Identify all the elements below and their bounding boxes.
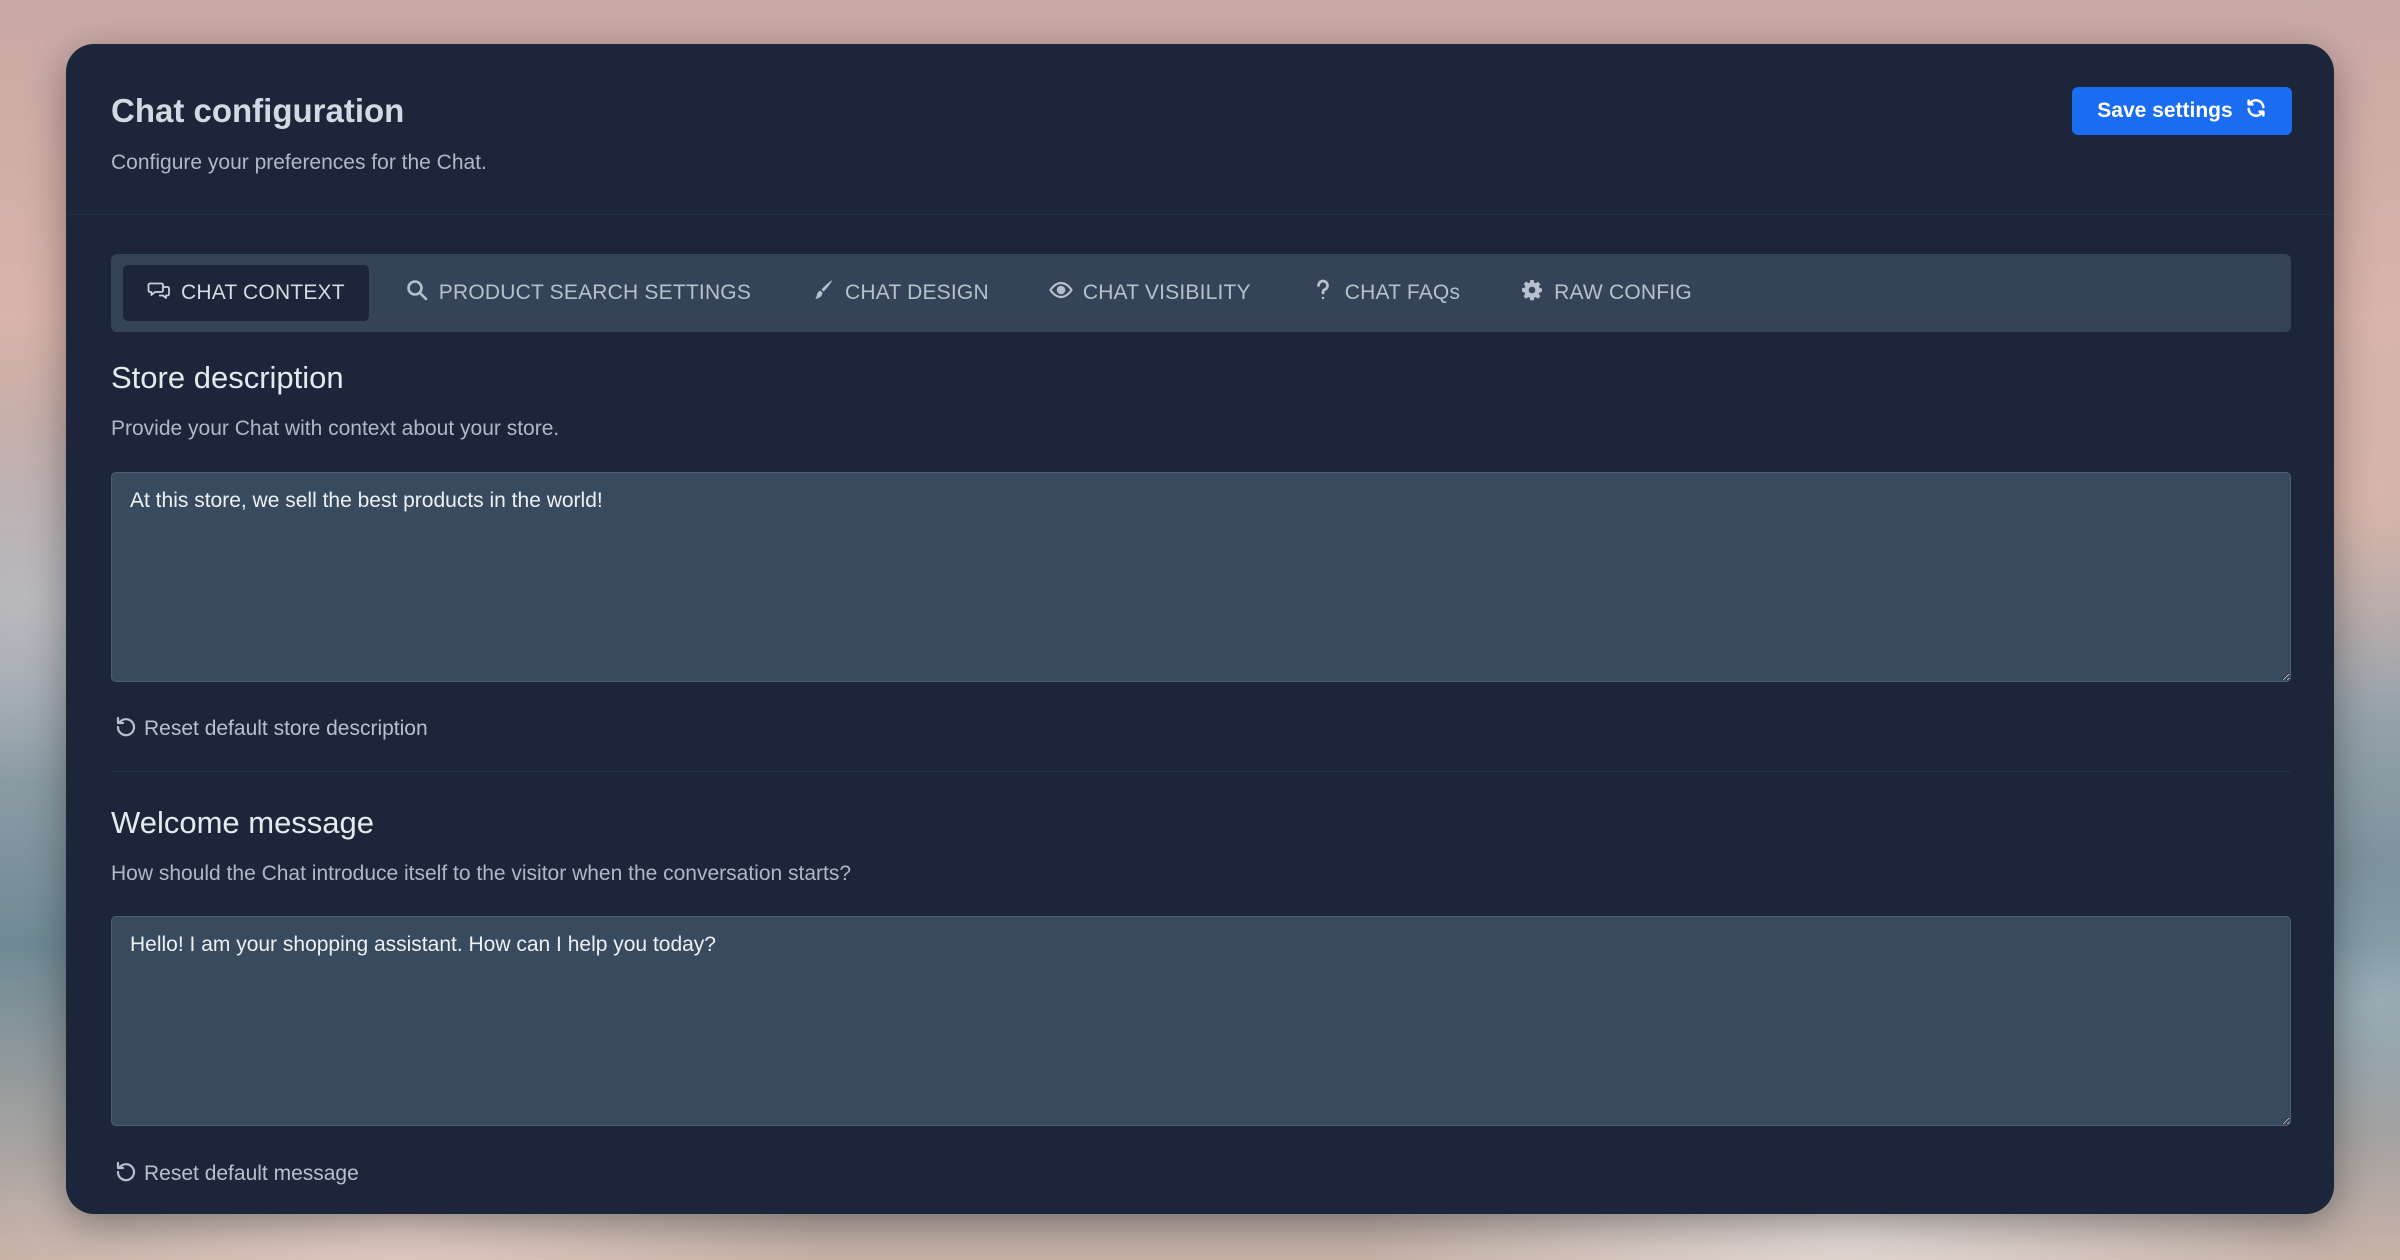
tab-chat-faqs-label: CHAT FAQs [1344, 281, 1461, 304]
welcome-message-title: Welcome message [111, 805, 375, 840]
welcome-message-help: How should the Chat introduce itself to … [111, 862, 852, 885]
reset-welcome-message-label: Reset default message [144, 1162, 359, 1185]
panel-header: Chat configuration Configure your prefer… [66, 44, 2334, 215]
tab-chat-visibility-label: CHAT VISIBILITY [1082, 281, 1251, 304]
save-settings-button[interactable]: Save settings [2072, 87, 2292, 135]
section-divider [111, 771, 2291, 772]
store-description-help: Provide your Chat with context about you… [111, 417, 560, 440]
reset-store-description-link[interactable]: Reset default store description [114, 714, 428, 744]
store-description-textarea[interactable]: At this store, we sell the best products… [111, 472, 2291, 682]
question-icon [1311, 278, 1335, 308]
chat-bubbles-icon [147, 278, 171, 308]
search-icon [405, 278, 429, 308]
tab-chat-context-label: CHAT CONTEXT [181, 281, 345, 304]
tab-raw-config[interactable]: RAW CONFIG [1496, 265, 1716, 321]
store-description-title: Store description [111, 360, 344, 395]
gear-icon [1520, 278, 1544, 308]
refresh-icon [2245, 97, 2267, 125]
tab-chat-design-label: CHAT DESIGN [845, 281, 989, 304]
tab-chat-context[interactable]: CHAT CONTEXT [123, 265, 369, 321]
settings-tabs: CHAT CONTEXT PRODUCT SEARCH SETTINGS CHA… [111, 254, 2291, 332]
page-title: Chat configuration [111, 92, 405, 129]
tab-raw-config-label: RAW CONFIG [1554, 281, 1692, 304]
page-subtitle: Configure your preferences for the Chat. [111, 151, 487, 174]
welcome-message-textarea[interactable]: Hello! I am your shopping assistant. How… [111, 916, 2291, 1126]
tab-chat-design[interactable]: CHAT DESIGN [787, 265, 1013, 321]
tab-chat-faqs[interactable]: CHAT FAQs [1287, 265, 1484, 321]
tab-product-search-settings[interactable]: PRODUCT SEARCH SETTINGS [381, 265, 775, 321]
tab-chat-visibility[interactable]: CHAT VISIBILITY [1025, 265, 1275, 321]
tab-product-search-settings-label: PRODUCT SEARCH SETTINGS [438, 281, 752, 304]
eye-icon [1049, 278, 1073, 308]
paintbrush-icon [811, 278, 835, 308]
chat-configuration-panel: Chat configuration Configure your prefer… [66, 44, 2334, 1214]
reset-welcome-message-link[interactable]: Reset default message [114, 1159, 359, 1189]
reset-store-description-label: Reset default store description [144, 717, 428, 740]
undo-icon [114, 714, 138, 744]
undo-icon [114, 1159, 138, 1189]
save-settings-label: Save settings [2097, 99, 2233, 122]
